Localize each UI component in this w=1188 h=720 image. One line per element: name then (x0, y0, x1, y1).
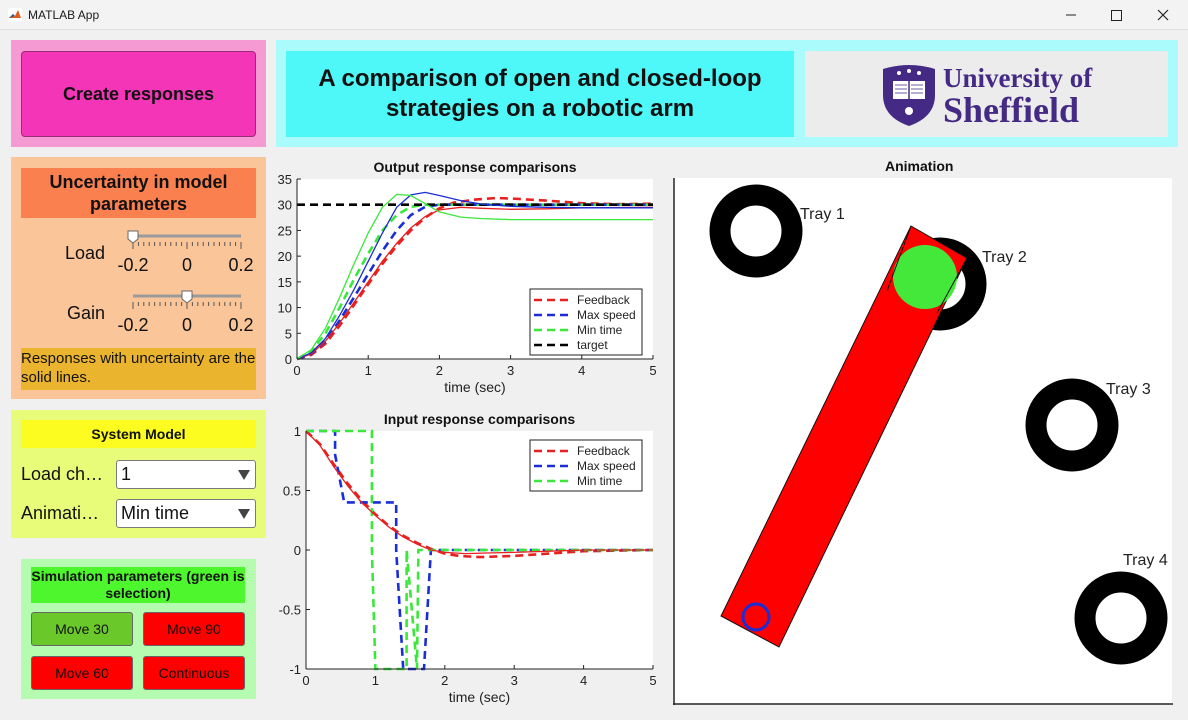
y-tick-label: -0.5 (279, 603, 301, 618)
chart-title: Input response comparisons (384, 411, 576, 427)
move-30-button[interactable]: Move 30 (31, 612, 133, 646)
animation-choice-label: Animati… (21, 503, 100, 523)
logo-line-2: Sheffield (943, 90, 1080, 130)
x-tick-label: 1 (365, 363, 372, 378)
gain-slider[interactable]: -0.2 0 0.2 (115, 285, 260, 340)
input-chart: Input response comparisons 0 1 2 3 4 5 -1 -0.5 0 0… (279, 411, 657, 705)
legend-label: Min time (577, 474, 623, 488)
uncertainty-note: Responses with uncertainty are the solid… (21, 348, 256, 390)
gain-tick-label-mid: 0 (182, 315, 192, 335)
chevron-down-icon (238, 509, 250, 519)
page-title: A comparison of open and closed-loop str… (286, 51, 794, 137)
y-tick-label: 0 (285, 352, 292, 367)
gain-slider-label: Gain (67, 303, 106, 323)
title-bar: MATLAB App (0, 0, 1188, 30)
gain-tick-label-min: -0.2 (117, 315, 148, 335)
tray-2-label: Tray 2 (982, 249, 1027, 266)
load-choice-dropdown[interactable]: 1 (116, 460, 256, 489)
close-icon (1157, 9, 1169, 21)
minimize-icon (1066, 14, 1076, 16)
animation-title: Animation (885, 158, 954, 174)
create-responses-button[interactable]: Create responses (21, 51, 256, 137)
load-slider-ticks (132, 242, 242, 249)
animation-choice-value: Min time (121, 503, 190, 523)
system-model-heading: System Model (21, 420, 256, 448)
load-slider-thumb[interactable] (127, 230, 139, 244)
tray-3-label: Tray 3 (1106, 381, 1151, 398)
legend-label: Max speed (577, 459, 636, 473)
x-tick-label: 3 (507, 363, 514, 378)
y-tick-label: 1 (294, 424, 301, 439)
y-tick-label: -1 (289, 662, 301, 677)
x-tick-label: 3 (511, 673, 518, 688)
legend-label: Min time (577, 323, 623, 337)
legend-label: Feedback (577, 444, 631, 458)
y-tick-label: 0.5 (283, 484, 301, 499)
shield-icon (883, 65, 935, 126)
x-tick-label: 2 (436, 363, 443, 378)
uncertainty-heading: Uncertainty in model parameters (21, 168, 256, 218)
continuous-button[interactable]: Continuous (143, 656, 245, 690)
tray-1-label: Tray 1 (800, 206, 845, 223)
gain-tick-label-max: 0.2 (228, 315, 253, 335)
output-chart: Output response comparisons 0 1 2 3 4 5 0 5 10 15 2… (278, 159, 657, 395)
minimize-button[interactable] (1048, 0, 1094, 30)
load-slider-label: Load (65, 243, 106, 263)
load-tick-label-min: -0.2 (117, 255, 148, 275)
x-tick-label: 4 (580, 673, 587, 688)
y-tick-label: 5 (285, 326, 292, 341)
animation-choice-dropdown[interactable]: Min time (116, 499, 256, 528)
gain-slider-thumb[interactable] (181, 290, 193, 304)
y-tick-label: 0 (294, 543, 301, 558)
y-tick-label: 20 (278, 249, 292, 264)
x-tick-label: 5 (649, 673, 656, 688)
x-tick-label: 0 (302, 673, 309, 688)
x-tick-label: 5 (649, 363, 656, 378)
legend-label: Max speed (577, 308, 636, 322)
simulation-heading: Simulation parameters (green is selectio… (31, 567, 245, 603)
animation-canvas: Tray 1 Tray 2 Tray 3 Tray 4 (673, 178, 1173, 705)
x-axis-label: time (sec) (444, 379, 505, 395)
university-logo: University of Sheffield (805, 51, 1168, 137)
matlab-icon (8, 8, 22, 22)
x-tick-label: 0 (293, 363, 300, 378)
x-tick-label: 4 (578, 363, 585, 378)
tray-4-label: Tray 4 (1123, 552, 1168, 569)
y-tick-label: 30 (278, 198, 292, 213)
payload-ball (893, 245, 957, 309)
window-title: MATLAB App (28, 8, 100, 22)
load-choice-label: Load ch… (21, 464, 104, 484)
load-choice-value: 1 (121, 464, 132, 484)
load-tick-label-mid: 0 (182, 255, 192, 275)
y-tick-label: 15 (278, 275, 292, 290)
y-tick-label: 25 (278, 223, 292, 238)
legend-label: target (577, 338, 608, 352)
chevron-down-icon (238, 470, 250, 480)
load-slider[interactable]: -0.2 0 0.2 (115, 225, 260, 280)
x-tick-label: 1 (372, 673, 379, 688)
move-60-button[interactable]: Move 60 (31, 656, 133, 690)
y-tick-label: 35 (278, 172, 292, 187)
maximize-button[interactable] (1094, 0, 1140, 30)
load-tick-label-max: 0.2 (228, 255, 253, 275)
chart-title: Output response comparisons (373, 159, 576, 175)
move-90-button[interactable]: Move 90 (143, 612, 245, 646)
maximize-icon (1111, 10, 1122, 21)
legend-label: Feedback (577, 293, 631, 307)
x-tick-label: 2 (441, 673, 448, 688)
close-button[interactable] (1140, 0, 1186, 30)
y-tick-label: 10 (278, 301, 292, 316)
x-axis-label: time (sec) (449, 689, 510, 705)
